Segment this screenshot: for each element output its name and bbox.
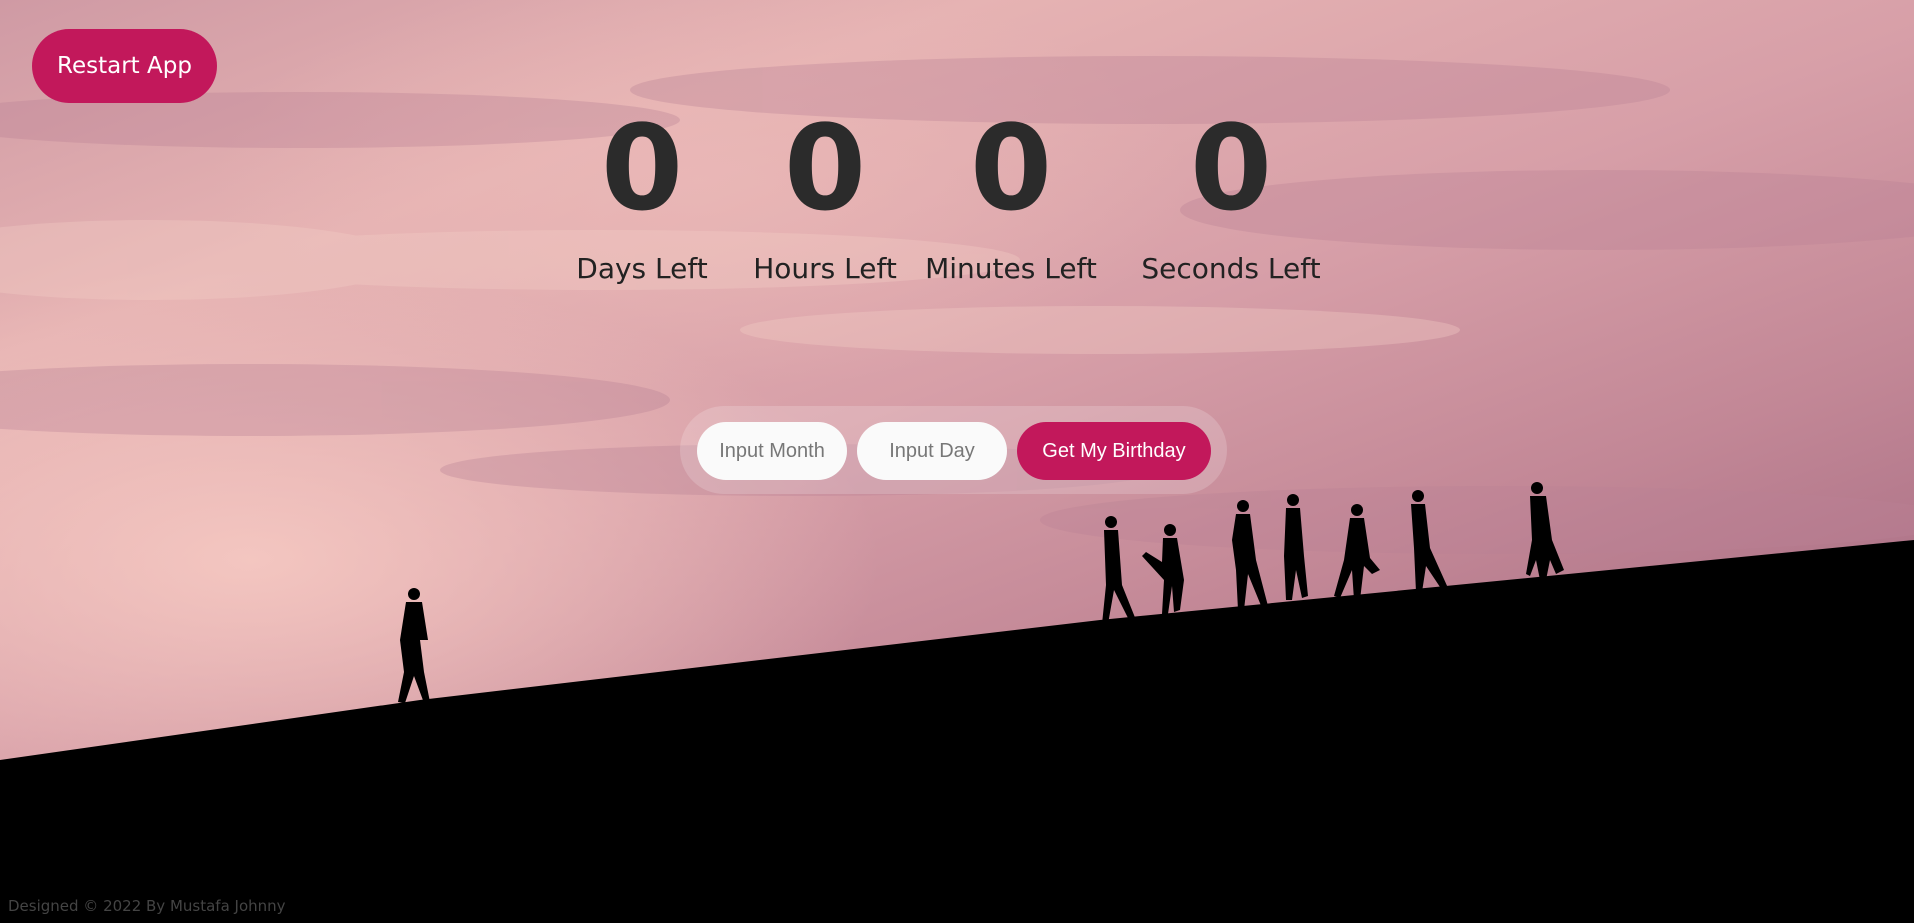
hours-unit: 0 Hours Left xyxy=(725,108,925,285)
countdown-display: 0 Days Left 0 Hours Left 0 Minutes Left … xyxy=(0,108,1914,308)
days-label: Days Left xyxy=(576,252,708,285)
month-input[interactable] xyxy=(697,422,847,480)
seconds-label: Seconds Left xyxy=(1141,252,1321,285)
minutes-value: 0 xyxy=(969,99,1053,237)
minutes-label: Minutes Left xyxy=(925,252,1097,285)
get-birthday-button[interactable]: Get My Birthday xyxy=(1017,422,1211,480)
footer-credit: Designed © 2022 By Mustafa Johnny xyxy=(8,897,286,915)
seconds-unit: 0 Seconds Left xyxy=(1131,108,1331,285)
minutes-unit: 0 Minutes Left xyxy=(911,108,1111,285)
seconds-value: 0 xyxy=(1189,99,1273,237)
hours-label: Hours Left xyxy=(753,252,897,285)
days-unit: 0 Days Left xyxy=(542,108,742,285)
days-value: 0 xyxy=(600,99,684,237)
restart-app-button[interactable]: Restart App xyxy=(32,29,217,103)
birthday-form: Get My Birthday xyxy=(680,406,1227,494)
hours-value: 0 xyxy=(783,99,867,237)
day-input[interactable] xyxy=(857,422,1007,480)
